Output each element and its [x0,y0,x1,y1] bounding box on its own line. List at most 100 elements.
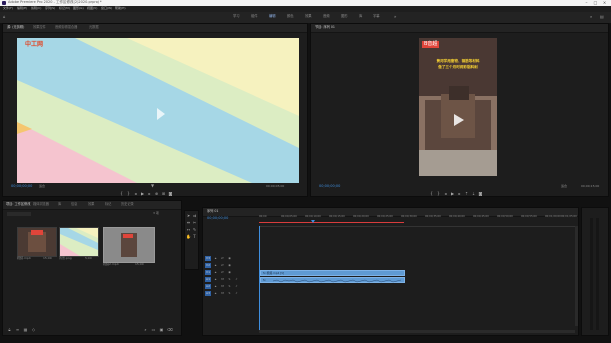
source-playhead-icon[interactable]: ▼ [151,184,154,188]
tab-program[interactable]: 节目: 序列 01 [315,25,335,29]
tab-info[interactable]: 信息 [71,202,77,206]
icon-view-icon[interactable]: ▦ [23,327,28,332]
track-lock-icon[interactable]: 🔒︎ [213,284,218,289]
track-lock-icon[interactable]: 🔒︎ [213,291,218,296]
ripple-edit-tool-icon[interactable]: ⇹ [186,220,191,225]
menu-graphics[interactable]: 图形(G) [73,7,84,10]
mark-in-icon[interactable]: { [119,191,124,196]
track-eye-icon[interactable]: ◉ [227,256,232,261]
track-sync-icon[interactable]: ⇄ [220,256,225,261]
overwrite-icon[interactable]: ⊞ [161,191,166,196]
tab-audio-clip-mixer[interactable]: 音频剪辑混合器 [55,25,77,29]
track-label-a3[interactable]: A3 [205,291,211,296]
lift-icon[interactable]: ⇡ [464,191,469,196]
tab-sequence[interactable]: 序列 01 [207,209,218,213]
mute-icon[interactable]: M [220,284,225,289]
tab-metadata[interactable]: 元数据 [89,25,99,29]
audio-clip[interactable]: fx [260,277,405,283]
tab-history[interactable]: 历史记录 [121,202,134,206]
workspace-audio[interactable]: 音频 [323,14,330,18]
tab-effects[interactable]: 效果 [88,202,94,206]
solo-icon[interactable]: S [227,277,232,282]
track-label-a2[interactable]: A2 [205,284,211,289]
track-label-v1[interactable]: V1 [205,270,211,275]
track-label-v3[interactable]: V3 [205,256,211,261]
mute-icon[interactable]: M [220,277,225,282]
solo-icon[interactable]: S [227,291,232,296]
razor-tool-icon[interactable]: ✂ [192,220,197,225]
menu-edit[interactable]: 编辑(E) [17,7,27,10]
track-sync-icon[interactable]: ⇄ [220,263,225,268]
new-item-icon[interactable]: ▣ [159,327,164,332]
workspace-editing[interactable]: 编辑 [269,14,276,18]
menu-file[interactable]: 文件(F) [3,7,13,10]
track-sync-icon[interactable]: ⇄ [220,270,225,275]
solo-icon[interactable]: S [227,284,232,289]
track-select-tool-icon[interactable]: ⇉ [192,213,197,218]
camera-icon[interactable]: ◙ [168,191,173,196]
workspace-learning[interactable]: 学习 [233,14,240,18]
tab-project[interactable]: 项目: 工作区修改 [6,202,30,206]
pen-tool-icon[interactable]: ✎ [192,227,197,232]
project-item-video1[interactable] [17,227,57,257]
step-forward-icon[interactable]: ▸ [147,191,152,196]
program-video-frame[interactable]: B音超 黄河学用废物、钢筋等材料 做了三个月时间彩铝料刹 [419,38,497,176]
source-video-frame[interactable]: 中工网 [17,38,299,183]
project-item-video2[interactable] [103,227,155,263]
timeline-vertical-scrollbar[interactable] [575,226,578,326]
project-search-input[interactable] [7,212,31,216]
menu-clip[interactable]: 剪辑(C) [31,7,41,10]
close-icon[interactable]: × [601,1,608,5]
mute-icon[interactable]: M [220,291,225,296]
timeline-timecode[interactable]: 00;00;00;00 [207,216,228,221]
new-bin-icon[interactable]: ▭ [151,327,156,332]
track-eye-icon[interactable]: ◉ [227,270,232,275]
menu-view[interactable]: 视图(V) [87,7,97,10]
menu-sequence[interactable]: 序列(S) [45,7,55,10]
workspace-color[interactable]: 颜色 [287,14,294,18]
microphone-icon[interactable]: ♪ [234,277,239,282]
program-timecode[interactable]: 00;00;00;00 [319,184,340,189]
video-clip[interactable]: fx 视频.mp4 [V] [260,270,405,276]
track-lock-icon[interactable]: 🔒︎ [213,270,218,275]
search-icon[interactable]: ⌕ [590,15,592,19]
notifications-icon[interactable]: ▤ [600,15,604,19]
program-play-icon[interactable]: ▶ [450,191,455,196]
microphone-icon[interactable]: ♪ [234,284,239,289]
more-workspaces-icon[interactable]: » [394,15,396,19]
program-camera-icon[interactable]: ◙ [478,191,483,196]
program-mark-in-icon[interactable]: { [429,191,434,196]
menu-window[interactable]: 窗口(W) [101,7,112,10]
tab-media-browser[interactable]: 媒体浏览器 [33,202,49,206]
track-lock-icon[interactable]: 🔒︎ [213,277,218,282]
tab-markers[interactable]: 标记 [105,202,111,206]
track-label-v2[interactable]: V2 [205,263,211,268]
source-fit-select[interactable]: 适合 [39,185,45,188]
freeform-view-icon[interactable]: ◇ [31,327,36,332]
program-fit-select[interactable]: 适合 [561,185,567,188]
workspace-assembly[interactable]: 组件 [251,14,258,18]
tab-effect-controls[interactable]: 效果控件 [33,25,46,29]
workspace-effects[interactable]: 效果 [305,14,312,18]
tab-source[interactable]: 源: (无剪辑) [7,25,24,29]
track-lock-icon[interactable]: 🔒︎ [213,263,218,268]
timeline-horizontal-scrollbar[interactable] [259,330,575,333]
program-step-back-icon[interactable]: ◂ [443,191,448,196]
tab-libraries[interactable]: 库 [58,202,61,206]
step-back-icon[interactable]: ◂ [133,191,138,196]
lock-icon[interactable]: 🔒︎ [7,327,12,332]
hand-tool-icon[interactable]: ✋ [186,234,191,239]
project-item-image[interactable] [59,227,99,257]
workspace-libraries[interactable]: 库 [359,14,362,18]
program-mark-out-icon[interactable]: } [436,191,441,196]
track-eye-icon[interactable]: ◉ [227,263,232,268]
home-icon[interactable]: ⌂ [3,15,8,20]
menu-help[interactable]: 帮助(H) [115,7,126,10]
extract-icon[interactable]: ⇣ [471,191,476,196]
track-lock-icon[interactable]: 🔒︎ [213,256,218,261]
minimize-icon[interactable]: – [583,1,590,5]
workspace-captions[interactable]: 字幕 [373,14,380,18]
list-view-icon[interactable]: ≡ [15,327,20,332]
selection-tool-icon[interactable]: ➤ [186,213,191,218]
play-icon[interactable]: ▶ [140,191,145,196]
